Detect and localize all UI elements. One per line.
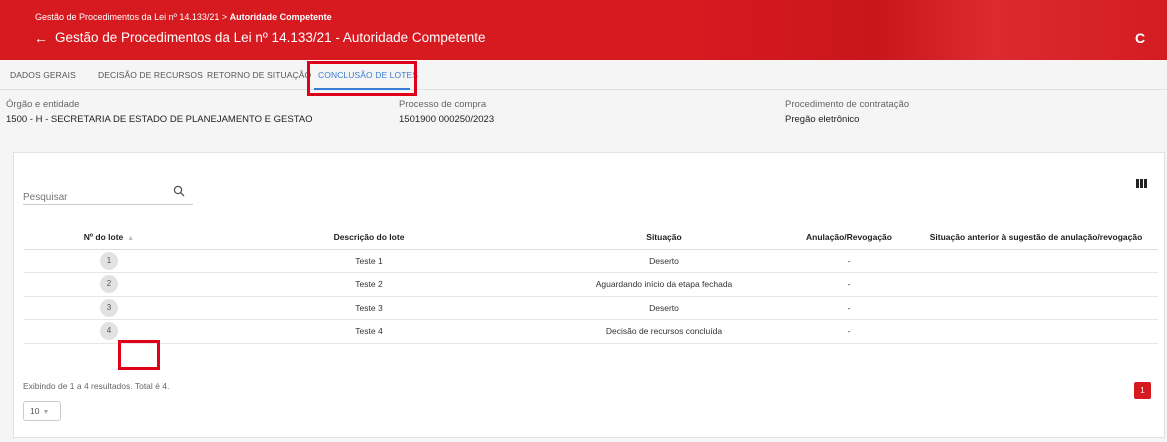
lotes-panel: Nº do lote▲ Descrição do lote Situação A… <box>13 152 1165 438</box>
procedimento-label: Procedimento de contratação <box>785 99 910 110</box>
page-title: Gestão de Procedimentos da Lei nº 14.133… <box>55 30 486 45</box>
info-procedimento: Procedimento de contratação Pregão eletr… <box>785 99 909 139</box>
table-row[interactable]: 1 Teste 1 Deserto - <box>24 249 1158 273</box>
procedimento-value: Pregão eletrônico <box>785 114 860 125</box>
cell-situacao: Deserto <box>544 296 784 320</box>
col-header-anterior: Situação anterior à sugestão de anulação… <box>914 225 1158 250</box>
search-box <box>23 185 193 205</box>
cell-anulacao: - <box>784 249 914 273</box>
cell-anterior <box>914 296 1158 320</box>
results-summary: Exibindo de 1 a 4 resultados. Total é 4. <box>23 381 170 391</box>
processo-value: 1501900 000250/2023 <box>399 114 495 125</box>
orgao-label: Órgão e entidade <box>6 99 80 110</box>
cell-descricao: Teste 1 <box>194 249 544 273</box>
lotes-table: Nº do lote ▲ Descrição do lote Situação A… <box>24 225 1158 344</box>
search-input[interactable] <box>23 192 163 203</box>
cell-anulacao: - <box>784 296 914 320</box>
search-icon[interactable] <box>173 185 185 197</box>
app-header: Gestão de Procedimentos da Lei nº 14.133… <box>0 0 1167 60</box>
lote-number-badge[interactable]: 3 <box>100 298 118 317</box>
cell-anulacao: - <box>784 319 914 344</box>
columns-icon[interactable] <box>1136 175 1148 188</box>
lote-number-badge[interactable]: 1 <box>100 251 118 270</box>
highlight-box-lote <box>118 340 160 370</box>
lote-number-badge[interactable]: 4 <box>100 322 118 341</box>
tab-decisao-recursos[interactable]: DECISÃO DE RECURSOS <box>98 70 203 80</box>
page-button-current[interactable]: 1 <box>1134 382 1151 399</box>
tab-bar: DADOS GERAIS DECISÃO DE RECURSOS RETORNO… <box>0 60 1167 90</box>
cell-situacao: Decisão de recursos concluída <box>544 319 784 344</box>
col-header-situacao: Situação <box>544 225 784 250</box>
cell-anterior <box>914 272 1158 297</box>
cell-anulacao: - <box>784 272 914 297</box>
per-page-select[interactable]: 10 ▼ <box>23 401 61 421</box>
processo-label: Processo de compra <box>399 99 487 110</box>
info-processo: Processo de compra 1501900 000250/2023 <box>399 99 494 139</box>
chevron-down-icon: ▼ <box>42 409 50 416</box>
cell-descricao: Teste 3 <box>194 296 544 320</box>
table-row[interactable]: 4 Teste 4 Decisão de recursos concluída … <box>24 319 1158 344</box>
cell-anterior <box>914 249 1158 273</box>
table-row[interactable]: 3 Teste 3 Deserto - <box>24 296 1158 320</box>
breadcrumb: Gestão de Procedimentos da Lei nº 14.133… <box>35 12 332 22</box>
table-header-row: Nº do lote ▲ Descrição do lote Situação A… <box>24 225 1158 250</box>
cell-situacao: Aguardando início da etapa fechada <box>544 272 784 297</box>
table-row[interactable]: 2 Teste 2 Aguardando início da etapa fec… <box>24 272 1158 297</box>
tab-retorno-situacao[interactable]: RETORNO DE SITUAÇÃO <box>207 70 311 80</box>
sort-icon[interactable]: ▲ <box>127 235 134 242</box>
orgao-value: 1500 - H - SECRETARIA DE ESTADO DE PLANE… <box>6 114 313 125</box>
cell-anterior <box>914 319 1158 344</box>
refresh-icon[interactable]: C <box>1135 30 1145 46</box>
tab-dados-gerais[interactable]: DADOS GERAIS <box>10 70 76 80</box>
info-orgao: Órgão e entidade 1500 - H - SECRETARIA D… <box>6 99 313 139</box>
lote-number-badge[interactable]: 2 <box>100 275 118 294</box>
breadcrumb-current: Autoridade Competente <box>229 12 332 22</box>
col-header-descricao: Descrição do lote <box>194 225 544 250</box>
back-arrow-icon[interactable]: ← <box>34 30 48 46</box>
col-header-lote[interactable]: Nº do lote ▲ <box>24 225 194 250</box>
cell-descricao: Teste 2 <box>194 272 544 297</box>
breadcrumb-parent[interactable]: Gestão de Procedimentos da Lei nº 14.133… <box>35 12 230 22</box>
col-header-anulacao: Anulação/Revogação <box>784 225 914 250</box>
cell-situacao: Deserto <box>544 249 784 273</box>
highlight-box-tab <box>307 61 417 96</box>
cell-descricao: Teste 4 <box>194 319 544 344</box>
